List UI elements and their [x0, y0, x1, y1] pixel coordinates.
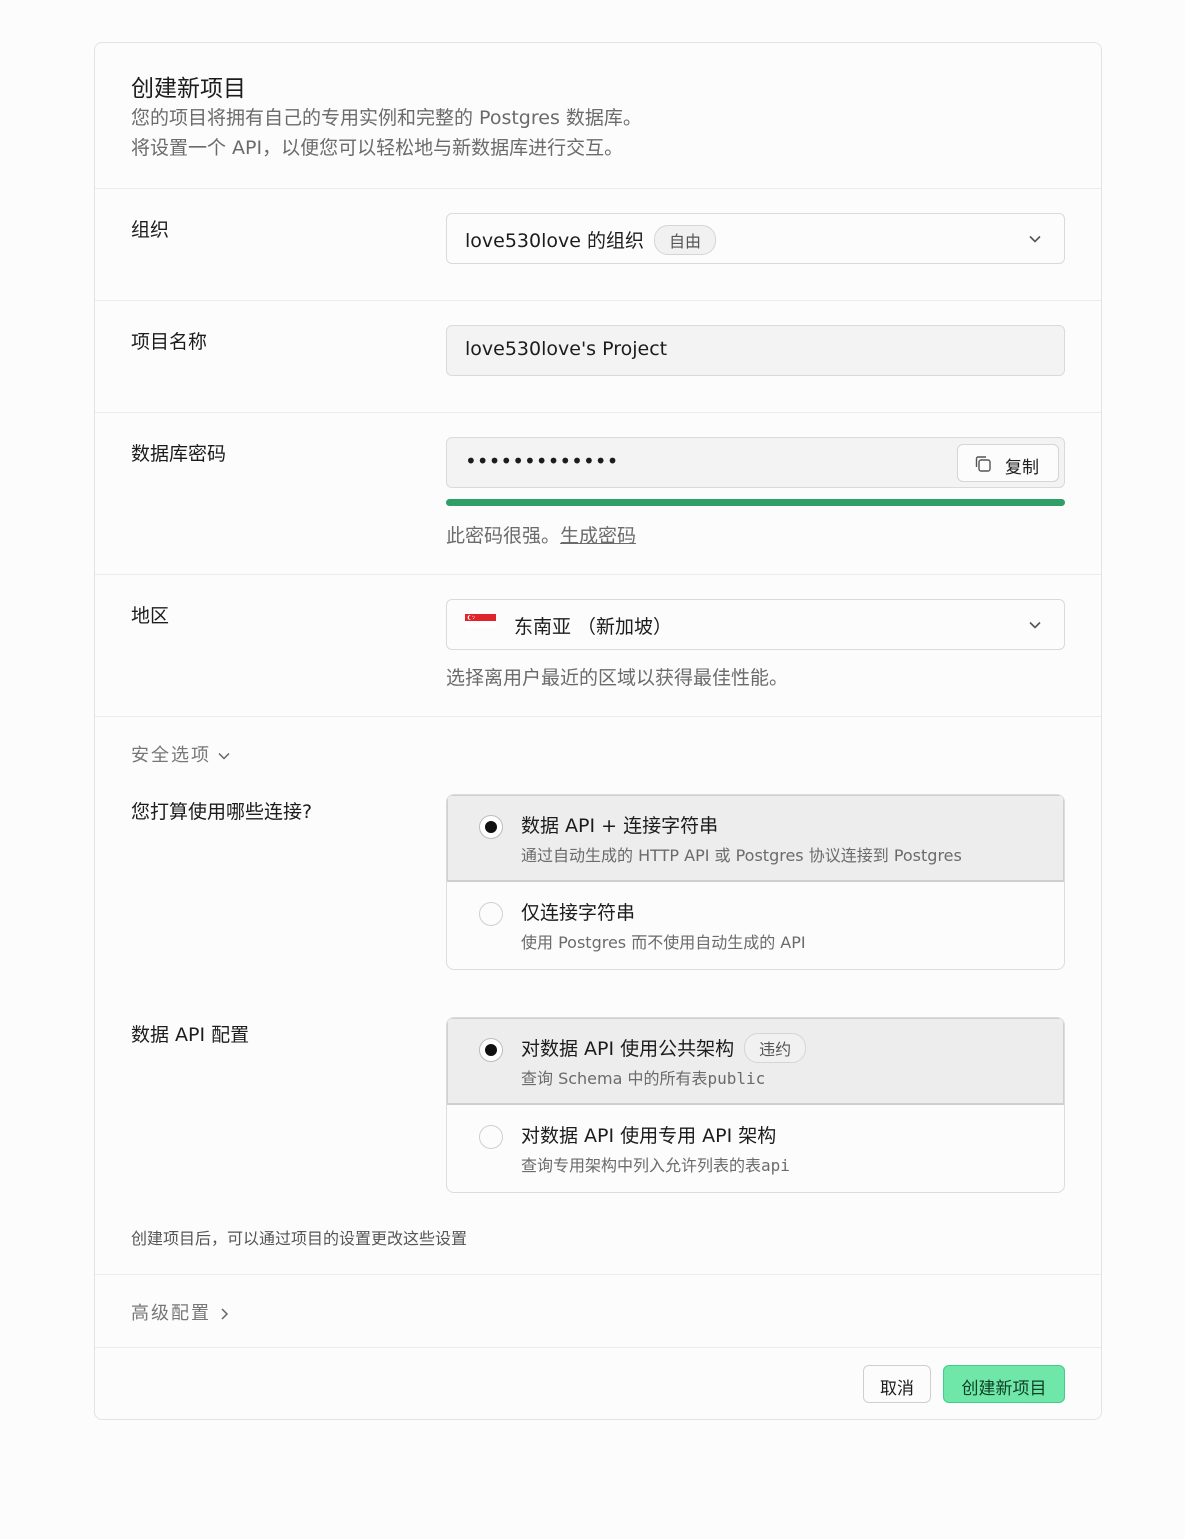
- radio-selected[interactable]: [479, 815, 503, 839]
- settings-note: 创建项目后，可以通过项目的设置更改这些设置: [131, 1229, 468, 1248]
- password-strength-fill: [446, 499, 1065, 506]
- org-value: love530love 的组织: [465, 230, 644, 252]
- page-description-line1: 您的项目将拥有自己的专用实例和完整的 Postgres 数据库。: [131, 107, 642, 129]
- chevron-right-icon: [221, 1308, 229, 1320]
- advanced-config-label: 高级配置: [131, 1303, 211, 1324]
- security-options-label: 安全选项: [131, 745, 211, 766]
- create-label: 创建新项目: [961, 1379, 1047, 1399]
- copy-password-button[interactable]: 复制: [957, 444, 1059, 482]
- connection-option-string-only[interactable]: 仅连接字符串 使用 Postgres 而不使用自动生成的 API: [447, 882, 1064, 969]
- schema-code: public: [707, 1069, 766, 1088]
- option-title: 对数据 API 使用公共架构 违约: [521, 1032, 807, 1065]
- option-subtitle: 使用 Postgres 而不使用自动生成的 API: [521, 933, 806, 952]
- password-help: 此密码很强。生成密码: [446, 521, 636, 548]
- security-options-toggle[interactable]: 安全选项: [131, 741, 231, 767]
- option-subtitle: 查询 Schema 中的所有表public: [521, 1065, 765, 1089]
- data-api-option-dedicated[interactable]: 对数据 API 使用专用 API 架构 查询专用架构中列入允许列表的表api: [447, 1105, 1064, 1192]
- page-title: 创建新项目: [131, 76, 246, 102]
- project-name-label: 项目名称: [131, 331, 208, 353]
- region-value: 东南亚 （新加坡）: [514, 616, 673, 638]
- cancel-label: 取消: [880, 1379, 914, 1399]
- db-password-input[interactable]: ••••••••••••• 复制: [446, 437, 1065, 488]
- project-name-input[interactable]: love530love's Project: [446, 325, 1065, 376]
- chevron-down-icon: [218, 752, 230, 760]
- page-description-line2: 将设置一个 API，以便您可以轻松地与新数据库进行交互。: [131, 137, 624, 159]
- connection-option-data-api[interactable]: 数据 API + 连接字符串 通过自动生成的 HTTP API 或 Postgr…: [447, 795, 1064, 882]
- chevron-down-icon: [1029, 235, 1041, 243]
- header-section: 创建新项目 您的项目将拥有自己的专用实例和完整的 Postgres 数据库。 将…: [95, 43, 1101, 189]
- data-api-label: 数据 API 配置: [131, 1024, 250, 1046]
- create-project-card: 创建新项目 您的项目将拥有自己的专用实例和完整的 Postgres 数据库。 将…: [94, 42, 1102, 1420]
- connections-radio-group: 数据 API + 连接字符串 通过自动生成的 HTTP API 或 Postgr…: [446, 794, 1065, 970]
- db-password-label: 数据库密码: [131, 443, 227, 465]
- singapore-flag-icon: [465, 614, 496, 628]
- option-subtitle: 查询专用架构中列入允许列表的表api: [521, 1152, 790, 1176]
- data-api-radio-group: 对数据 API 使用公共架构 违约 查询 Schema 中的所有表public 对…: [446, 1017, 1065, 1193]
- plan-badge: 自由: [653, 224, 716, 255]
- password-strength-text: 此密码很强。: [446, 525, 561, 547]
- create-project-button[interactable]: 创建新项目: [943, 1365, 1065, 1403]
- db-password-value: •••••••••••••: [465, 449, 619, 473]
- advanced-config-toggle[interactable]: 高级配置: [131, 1299, 231, 1325]
- cancel-button[interactable]: 取消: [863, 1365, 931, 1403]
- connections-label: 您打算使用哪些连接?: [131, 801, 313, 823]
- org-select[interactable]: love530love 的组织 自由: [446, 213, 1065, 264]
- copy-label: 复制: [1005, 458, 1039, 478]
- option-title: 对数据 API 使用专用 API 架构: [521, 1125, 777, 1147]
- option-title: 数据 API + 连接字符串: [521, 815, 719, 837]
- project-name-value: love530love's Project: [465, 338, 668, 360]
- radio-unselected[interactable]: [479, 1125, 503, 1149]
- advanced-section: 高级配置: [95, 1275, 1101, 1348]
- data-api-option-public[interactable]: 对数据 API 使用公共架构 违约 查询 Schema 中的所有表public: [447, 1018, 1064, 1105]
- option-title: 仅连接字符串: [521, 902, 636, 924]
- generate-password-link[interactable]: 生成密码: [560, 525, 636, 547]
- option-title-text: 对数据 API 使用公共架构: [521, 1038, 735, 1060]
- copy-icon: [975, 456, 991, 472]
- region-label: 地区: [131, 605, 170, 627]
- radio-selected[interactable]: [479, 1038, 503, 1062]
- password-strength-bar: [446, 499, 1065, 506]
- region-help: 选择离用户最近的区域以获得最佳性能。: [446, 667, 789, 689]
- chevron-down-icon: [1029, 621, 1041, 629]
- option-subtitle-text: 查询 Schema 中的所有表: [521, 1069, 708, 1088]
- org-label: 组织: [131, 219, 170, 241]
- option-subtitle: 通过自动生成的 HTTP API 或 Postgres 协议连接到 Postgr…: [521, 846, 962, 865]
- option-subtitle-text: 查询专用架构中列入允许列表的表: [521, 1156, 762, 1175]
- schema-code: api: [761, 1156, 790, 1175]
- radio-unselected[interactable]: [479, 902, 503, 926]
- default-badge: 违约: [744, 1032, 807, 1063]
- region-select[interactable]: 东南亚 （新加坡）: [446, 599, 1065, 650]
